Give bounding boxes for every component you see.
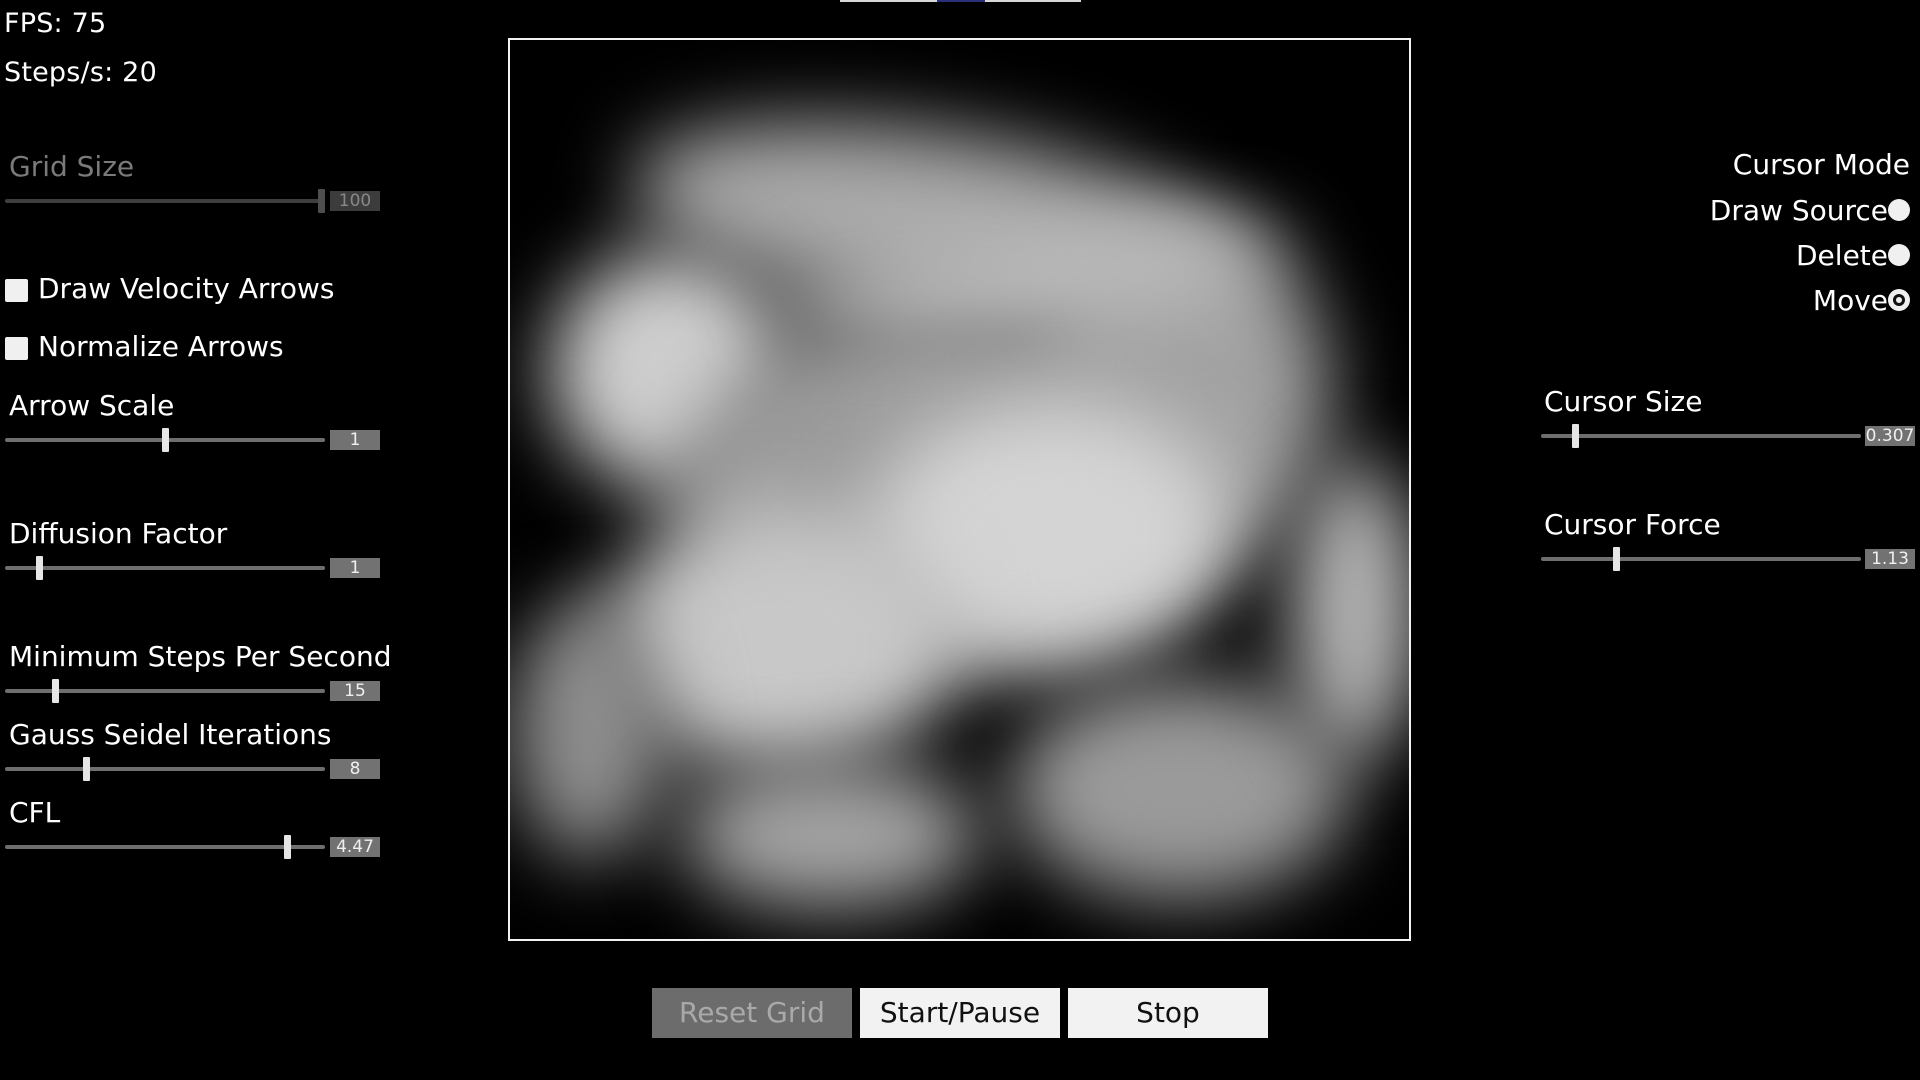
- slider-track[interactable]: [1541, 434, 1861, 438]
- slider-track[interactable]: [5, 566, 325, 570]
- slider-value: 15: [330, 681, 380, 701]
- cursor-mode-option-delete-label: Delete: [1796, 239, 1888, 272]
- slider-thumb[interactable]: [1613, 547, 1620, 571]
- cfl-label: CFL: [9, 796, 61, 829]
- slider-track[interactable]: [1541, 557, 1861, 561]
- grid-size-label: Grid Size: [9, 150, 135, 183]
- slider-value: 1: [330, 430, 380, 450]
- grid-size-slider: 100: [5, 189, 380, 213]
- cursor-mode-option-delete-radio[interactable]: [1888, 244, 1910, 266]
- min-steps-label: Minimum Steps Per Second: [9, 640, 392, 673]
- normalize-arrows-label: Normalize Arrows: [38, 330, 284, 363]
- slider-thumb: [318, 189, 325, 213]
- draw-velocity-arrows-label: Draw Velocity Arrows: [38, 272, 335, 305]
- top-progress-segment: [937, 0, 985, 2]
- density-blob: [1290, 460, 1409, 760]
- cursor-force-slider[interactable]: 1.13: [1541, 547, 1915, 571]
- arrow-scale-label: Arrow Scale: [9, 389, 175, 422]
- cursor-mode-option-move-label: Move: [1812, 284, 1888, 317]
- cursor-size-slider[interactable]: 0.307: [1541, 424, 1915, 448]
- slider-value: 100: [330, 191, 380, 211]
- fps-readout: FPS: 75: [4, 8, 107, 39]
- draw-velocity-arrows-checkbox[interactable]: [5, 279, 28, 302]
- cfl-slider[interactable]: 4.47: [5, 835, 380, 859]
- normalize-arrows-checkbox[interactable]: [5, 337, 28, 360]
- slider-value: 4.47: [330, 837, 380, 857]
- slider-thumb[interactable]: [83, 757, 90, 781]
- slider-value: 0.307: [1865, 426, 1915, 446]
- slider-track[interactable]: [5, 845, 325, 849]
- stop-button[interactable]: Stop: [1068, 988, 1268, 1038]
- slider-thumb[interactable]: [52, 679, 59, 703]
- start-pause-button[interactable]: Start/Pause: [860, 988, 1060, 1038]
- slider-thumb[interactable]: [36, 556, 43, 580]
- slider-value: 8: [330, 759, 380, 779]
- density-blob: [1010, 680, 1350, 900]
- fluid-simulation-canvas[interactable]: [508, 38, 1411, 941]
- diffusion-factor-slider[interactable]: 1: [5, 556, 380, 580]
- slider-value: 1.13: [1865, 549, 1915, 569]
- cursor-mode-title: Cursor Mode: [1732, 148, 1910, 181]
- slider-thumb[interactable]: [1572, 424, 1579, 448]
- density-blob: [680, 760, 980, 910]
- gauss-seidel-slider[interactable]: 8: [5, 757, 380, 781]
- gauss-seidel-label: Gauss Seidel Iterations: [9, 718, 332, 751]
- slider-track[interactable]: [5, 767, 325, 771]
- slider-thumb[interactable]: [284, 835, 291, 859]
- min-steps-slider[interactable]: 15: [5, 679, 380, 703]
- cursor-mode-option-draw-source-radio[interactable]: [1888, 199, 1910, 221]
- steps-readout: Steps/s: 20: [4, 57, 157, 88]
- cursor-mode-option-draw-source-label: Draw Source: [1709, 194, 1888, 227]
- cursor-mode-option-move-radio[interactable]: [1888, 289, 1910, 311]
- diffusion-factor-label: Diffusion Factor: [9, 517, 228, 550]
- slider-track: [5, 199, 325, 203]
- slider-thumb[interactable]: [162, 428, 169, 452]
- top-progress-bar: [840, 0, 1081, 2]
- cursor-size-label: Cursor Size: [1544, 385, 1703, 418]
- reset-grid-button[interactable]: Reset Grid: [652, 988, 852, 1038]
- arrow-scale-slider[interactable]: 1: [5, 428, 380, 452]
- cursor-force-label: Cursor Force: [1544, 508, 1721, 541]
- slider-value: 1: [330, 558, 380, 578]
- density-blob: [510, 600, 670, 860]
